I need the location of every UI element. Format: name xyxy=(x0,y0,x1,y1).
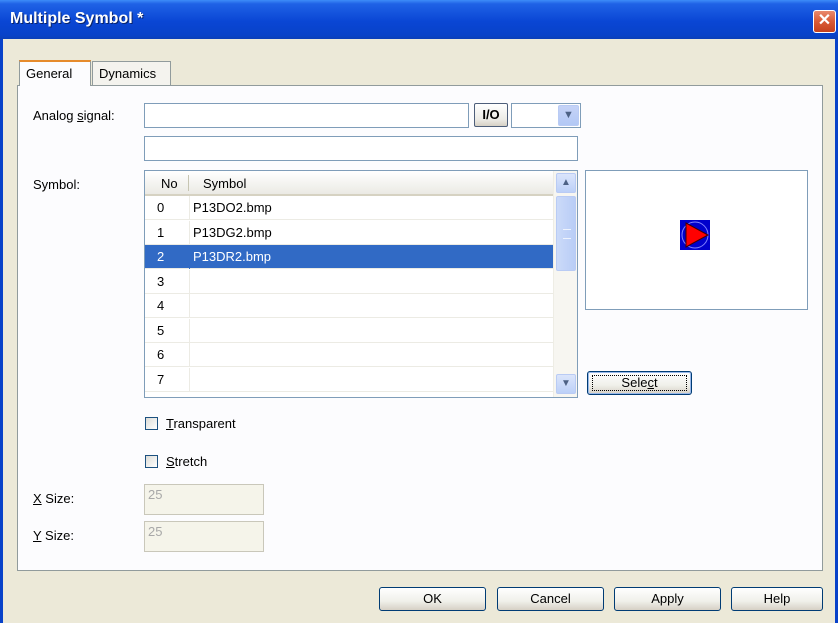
help-button[interactable]: Help xyxy=(731,587,823,611)
row-number: 4 xyxy=(157,298,165,313)
list-item[interactable]: 5 xyxy=(145,318,553,343)
ok-button[interactable]: OK xyxy=(379,587,486,611)
window-title: Multiple Symbol * xyxy=(10,10,144,27)
list-item[interactable]: 0 P13DO2.bmp xyxy=(145,196,553,220)
column-header-no[interactable]: No xyxy=(161,176,178,191)
list-header: No Symbol xyxy=(145,171,553,196)
row-number: 7 xyxy=(157,371,165,387)
chevron-down-icon: ▼ xyxy=(563,109,574,121)
row-symbol-file: P13DR2.bmp xyxy=(193,249,272,264)
pump-symbol-icon xyxy=(680,220,710,250)
row-symbol-file: P13DO2.bmp xyxy=(193,200,272,215)
row-number: 1 xyxy=(157,224,165,240)
y-size-input[interactable]: 25 xyxy=(144,521,264,552)
stretch-checkbox[interactable] xyxy=(145,455,158,468)
row-number: 6 xyxy=(157,347,165,362)
row-number: 3 xyxy=(157,273,165,289)
symbol-label: Symbol: xyxy=(33,177,80,192)
transparent-checkbox[interactable] xyxy=(145,417,158,430)
analog-signal-secondary-input[interactable] xyxy=(144,136,578,161)
vertical-scrollbar[interactable]: ▲ ▼ xyxy=(553,171,577,397)
tab-general[interactable]: General xyxy=(19,60,91,86)
y-size-label: Y Size: xyxy=(33,528,74,543)
chevron-down-icon: ▼ xyxy=(561,378,571,389)
list-item[interactable]: 6 xyxy=(145,343,553,367)
title-bar: Multiple Symbol * ✕ xyxy=(0,0,838,40)
x-size-input[interactable]: 25 xyxy=(144,484,264,515)
chevron-up-icon: ▲ xyxy=(561,177,571,188)
analog-signal-label: Analog signal: xyxy=(33,108,115,123)
select-button[interactable]: Select xyxy=(587,371,692,395)
list-item[interactable]: 2 P13DR2.bmp xyxy=(145,245,553,269)
dropdown-button[interactable]: ▼ xyxy=(558,105,579,126)
scroll-up-button[interactable]: ▲ xyxy=(556,173,576,193)
list-item[interactable]: 4 xyxy=(145,294,553,318)
scroll-thumb[interactable] xyxy=(556,196,576,271)
symbol-preview xyxy=(585,170,808,310)
row-number: 2 xyxy=(157,249,165,264)
symbol-list[interactable]: No Symbol 0 P13DO2.bmp 1 P13DG2.bmp 2 P13DR2.… xyxy=(144,170,578,398)
close-button[interactable]: ✕ xyxy=(813,10,836,33)
column-header-symbol[interactable]: Symbol xyxy=(203,176,246,191)
list-item[interactable]: 7 xyxy=(145,367,553,392)
row-number: 5 xyxy=(157,322,165,338)
apply-button[interactable]: Apply xyxy=(614,587,721,611)
stretch-label[interactable]: Stretch xyxy=(166,454,207,469)
x-size-label: X Size: xyxy=(33,491,75,506)
analog-signal-input[interactable] xyxy=(144,103,469,128)
io-button[interactable]: I/O xyxy=(474,103,508,127)
row-symbol-file: P13DG2.bmp xyxy=(193,224,272,240)
scroll-down-button[interactable]: ▼ xyxy=(556,374,576,394)
row-number: 0 xyxy=(157,200,165,215)
list-item[interactable]: 1 P13DG2.bmp xyxy=(145,220,553,245)
transparent-label[interactable]: Transparent xyxy=(166,416,236,431)
list-item[interactable]: 3 xyxy=(145,269,553,294)
cancel-button[interactable]: Cancel xyxy=(497,587,604,611)
analog-signal-dropdown[interactable]: ▼ xyxy=(511,103,581,128)
close-icon[interactable]: ✕ xyxy=(814,11,835,32)
tab-dynamics[interactable]: Dynamics xyxy=(92,61,171,85)
